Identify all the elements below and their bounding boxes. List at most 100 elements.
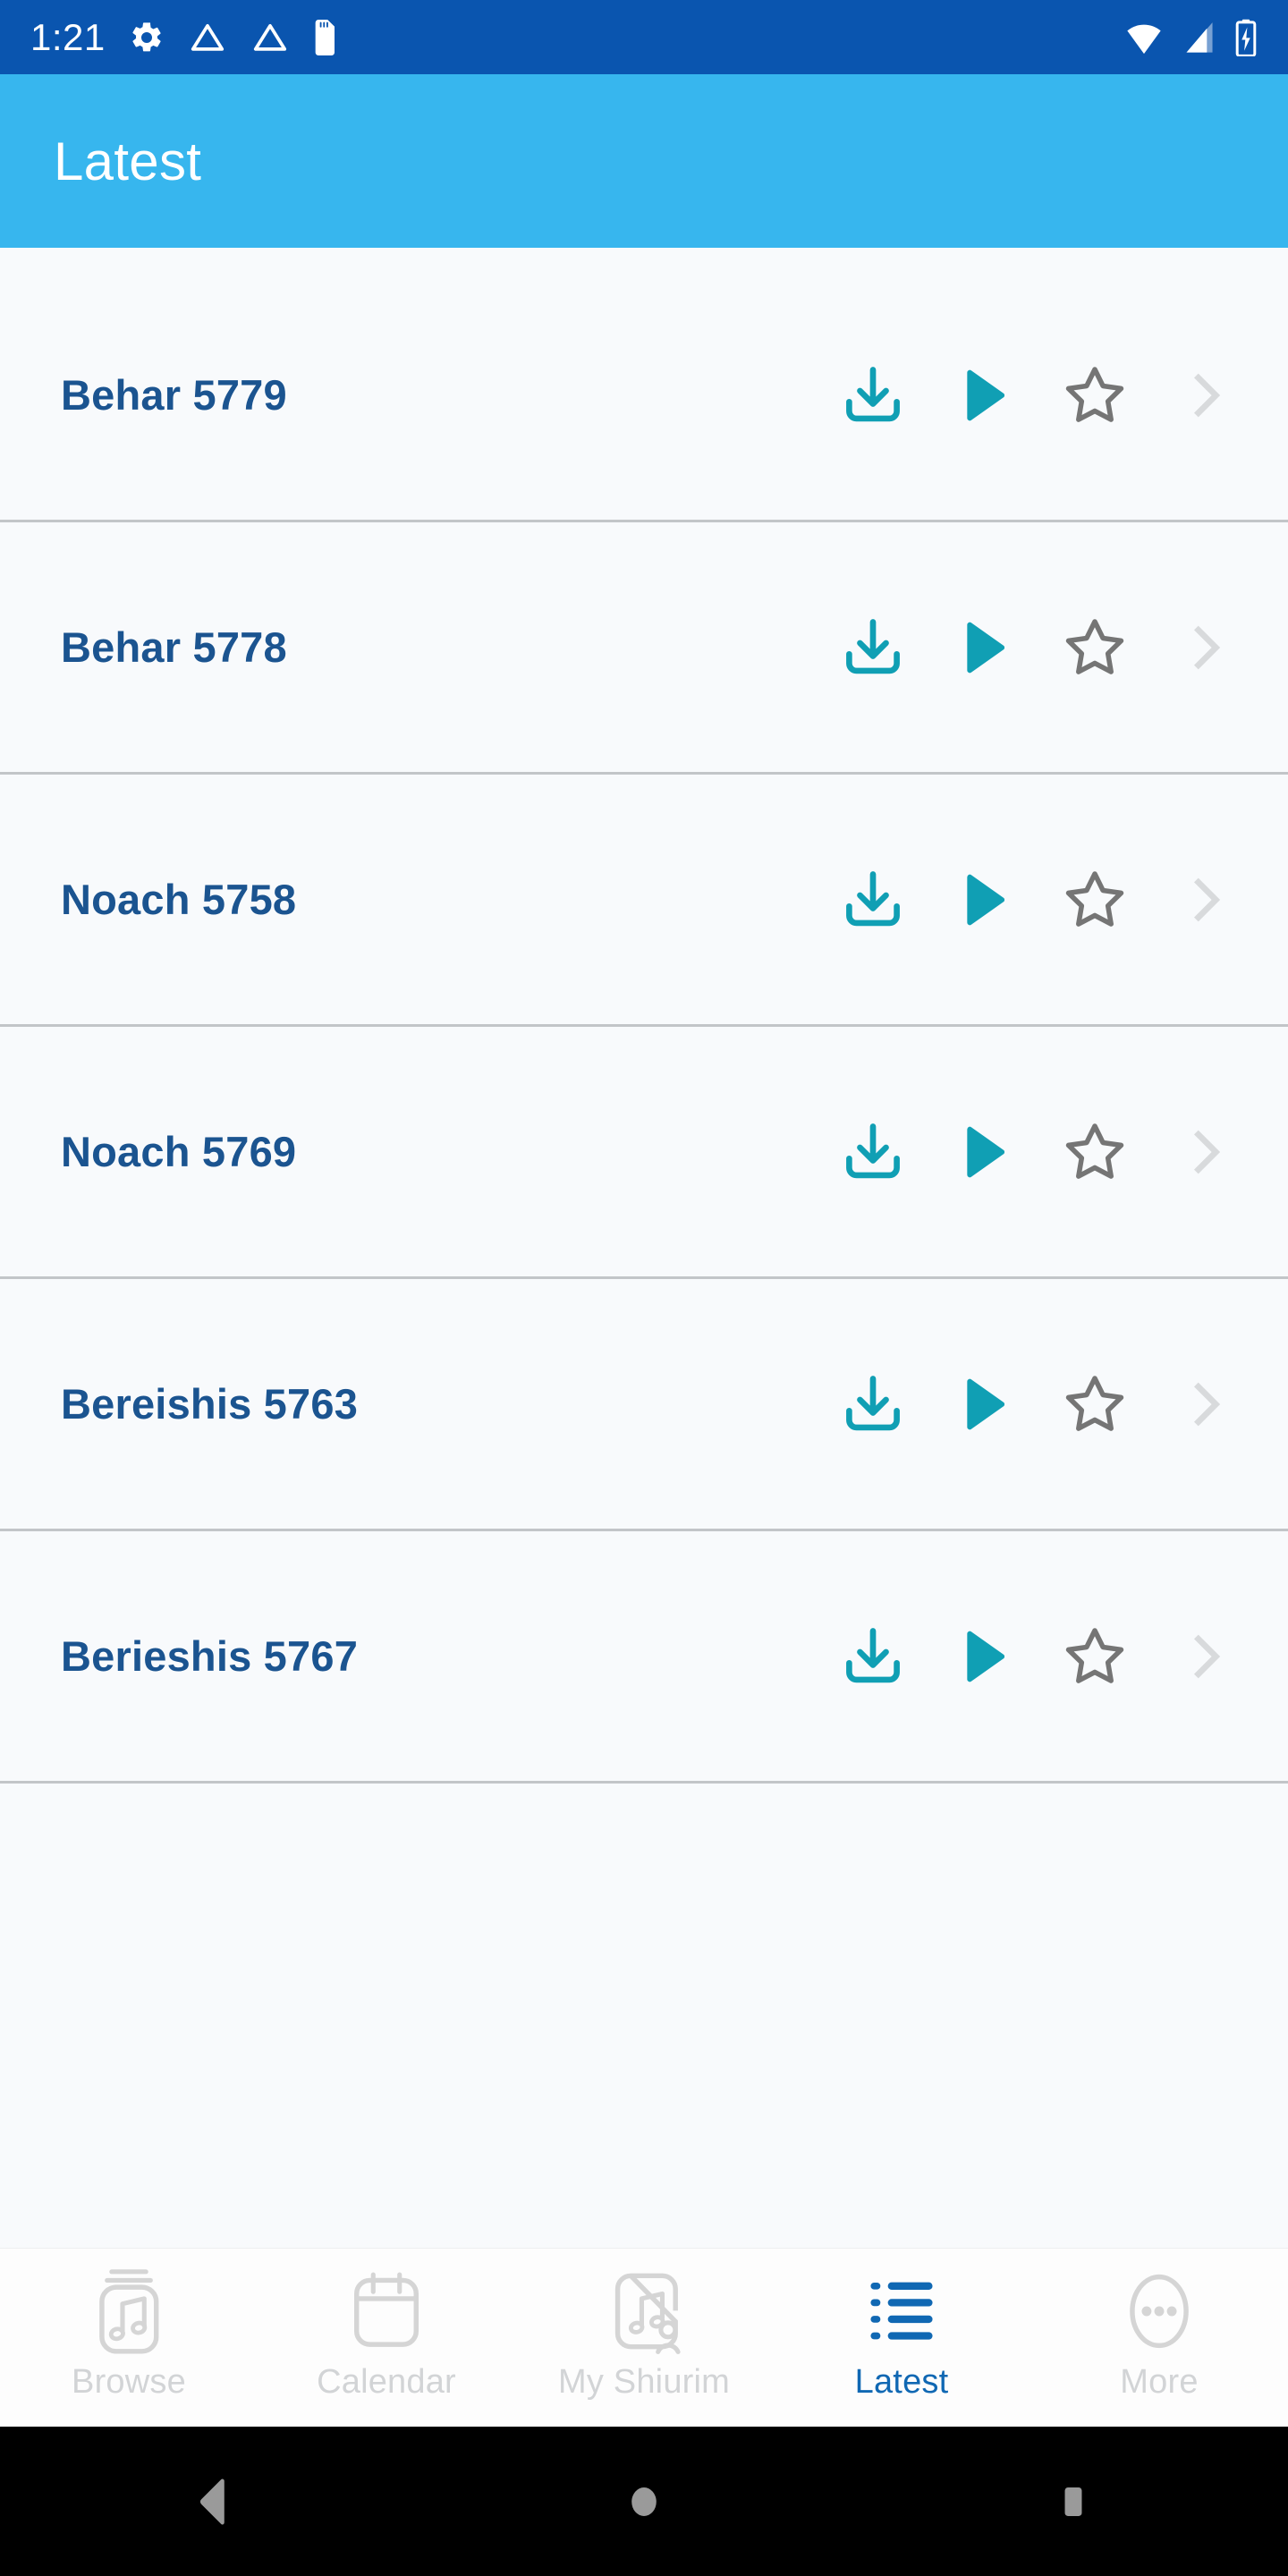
cloud-icon bbox=[253, 23, 286, 51]
nav-icon-wrap bbox=[601, 2263, 687, 2360]
home-button[interactable] bbox=[564, 2427, 724, 2576]
cellular-signal-icon bbox=[1186, 21, 1213, 53]
table-row[interactable]: Noach 5769 bbox=[0, 1027, 1288, 1279]
row-actions bbox=[818, 1349, 1288, 1460]
favorite-button[interactable] bbox=[1039, 1097, 1150, 1208]
shiur-list[interactable]: Behar 5779 Behar 5778 Noach 5758 Noach 5… bbox=[0, 248, 1288, 2248]
nav-tab-my-shiurim[interactable]: My Shiurim bbox=[515, 2249, 773, 2402]
bottom-navigation: Browse Calendar My Shiurim Latest More bbox=[0, 2248, 1288, 2427]
favorite-button[interactable] bbox=[1039, 340, 1150, 451]
row-actions bbox=[818, 1601, 1288, 1712]
star-outline-icon bbox=[1065, 870, 1124, 927]
shiur-title: Behar 5779 bbox=[61, 371, 287, 419]
status-bar: 1:21 bbox=[0, 0, 1288, 74]
status-bar-right bbox=[1125, 19, 1258, 56]
download-icon bbox=[846, 1627, 900, 1682]
play-button[interactable] bbox=[928, 340, 1039, 451]
star-outline-icon bbox=[1065, 366, 1124, 422]
table-row[interactable]: Noach 5758 bbox=[0, 775, 1288, 1027]
nav-label-more: More bbox=[1120, 2363, 1199, 2401]
play-button[interactable] bbox=[928, 1601, 1039, 1712]
nav-label-my-shiurim: My Shiurim bbox=[557, 2363, 731, 2401]
download-button[interactable] bbox=[818, 1097, 928, 1208]
nav-tab-more[interactable]: More bbox=[1030, 2249, 1288, 2402]
shiur-title: Noach 5758 bbox=[61, 876, 297, 923]
disclosure-button[interactable] bbox=[1150, 1349, 1261, 1460]
row-actions bbox=[818, 340, 1288, 451]
download-button[interactable] bbox=[818, 592, 928, 703]
battery-charging-icon bbox=[1235, 19, 1257, 56]
download-button[interactable] bbox=[818, 844, 928, 955]
status-clock: 1:21 bbox=[30, 15, 106, 58]
calendar-icon bbox=[353, 2272, 419, 2347]
favorite-button[interactable] bbox=[1039, 1601, 1150, 1712]
nav-label-browse: Browse bbox=[72, 2363, 186, 2401]
shiur-title: Bereishis 5763 bbox=[61, 1380, 359, 1428]
back-triangle-icon bbox=[199, 2479, 225, 2524]
nav-label-calendar: Calendar bbox=[317, 2363, 456, 2401]
disclosure-button[interactable] bbox=[1150, 1097, 1261, 1208]
play-icon bbox=[967, 874, 1005, 925]
play-icon bbox=[967, 622, 1005, 673]
play-button[interactable] bbox=[928, 592, 1039, 703]
nav-icon-wrap bbox=[1116, 2263, 1202, 2360]
status-bar-left: 1:21 bbox=[30, 15, 338, 58]
recents-square-icon bbox=[1064, 2487, 1082, 2516]
chevron-right-icon bbox=[1193, 373, 1221, 417]
nav-icon-wrap bbox=[859, 2263, 945, 2360]
play-button[interactable] bbox=[928, 1097, 1039, 1208]
star-outline-icon bbox=[1065, 1375, 1124, 1431]
nav-tab-latest[interactable]: Latest bbox=[773, 2249, 1030, 2402]
list-top-spacer bbox=[0, 248, 1288, 270]
download-button[interactable] bbox=[818, 1349, 928, 1460]
more-ellipsis-icon bbox=[1130, 2274, 1189, 2349]
chevron-right-icon bbox=[1193, 1634, 1221, 1678]
favorite-button[interactable] bbox=[1039, 1349, 1150, 1460]
table-row[interactable]: Berieshis 5767 bbox=[0, 1531, 1288, 1784]
music-library-icon bbox=[99, 2269, 159, 2354]
table-row[interactable]: Behar 5779 bbox=[0, 270, 1288, 522]
row-actions bbox=[818, 844, 1288, 955]
chevron-right-icon bbox=[1193, 877, 1221, 921]
table-row[interactable]: Bereishis 5763 bbox=[0, 1279, 1288, 1531]
play-button[interactable] bbox=[928, 844, 1039, 955]
disclosure-button[interactable] bbox=[1150, 1601, 1261, 1712]
cloud-icon bbox=[191, 23, 224, 51]
download-icon bbox=[846, 870, 900, 926]
back-button[interactable] bbox=[134, 2427, 295, 2576]
play-icon bbox=[967, 1631, 1005, 1682]
row-actions bbox=[818, 592, 1288, 703]
nav-tab-browse[interactable]: Browse bbox=[0, 2249, 258, 2402]
disclosure-button[interactable] bbox=[1150, 592, 1261, 703]
play-icon bbox=[967, 1378, 1005, 1429]
chevron-right-icon bbox=[1193, 625, 1221, 669]
star-outline-icon bbox=[1065, 618, 1124, 674]
settings-gear-icon bbox=[132, 21, 161, 51]
recents-button[interactable] bbox=[993, 2427, 1154, 2576]
phone-screen: 1:21 Latest Behar 5779 Behar 5778 Noach … bbox=[0, 0, 1288, 2576]
download-icon bbox=[846, 1375, 900, 1430]
download-icon bbox=[846, 366, 900, 421]
play-icon bbox=[967, 1126, 1005, 1177]
home-circle-icon bbox=[631, 2487, 657, 2516]
download-button[interactable] bbox=[818, 1601, 928, 1712]
download-button[interactable] bbox=[818, 340, 928, 451]
shiur-title: Berieshis 5767 bbox=[61, 1632, 359, 1680]
table-row[interactable]: Behar 5778 bbox=[0, 522, 1288, 775]
nav-tab-calendar[interactable]: Calendar bbox=[258, 2249, 515, 2402]
nav-icon-wrap bbox=[86, 2263, 172, 2360]
nav-icon-wrap bbox=[343, 2263, 429, 2360]
shiur-title: Noach 5769 bbox=[61, 1128, 297, 1175]
favorite-button[interactable] bbox=[1039, 592, 1150, 703]
chevron-right-icon bbox=[1193, 1382, 1221, 1426]
download-icon bbox=[846, 618, 900, 674]
star-outline-icon bbox=[1065, 1123, 1124, 1179]
android-navigation-bar bbox=[0, 2427, 1288, 2576]
disclosure-button[interactable] bbox=[1150, 844, 1261, 955]
play-button[interactable] bbox=[928, 1349, 1039, 1460]
page-title: Latest bbox=[54, 131, 202, 191]
row-actions bbox=[818, 1097, 1288, 1208]
favorite-button[interactable] bbox=[1039, 844, 1150, 955]
disclosure-button[interactable] bbox=[1150, 340, 1261, 451]
wifi-icon bbox=[1127, 24, 1161, 54]
